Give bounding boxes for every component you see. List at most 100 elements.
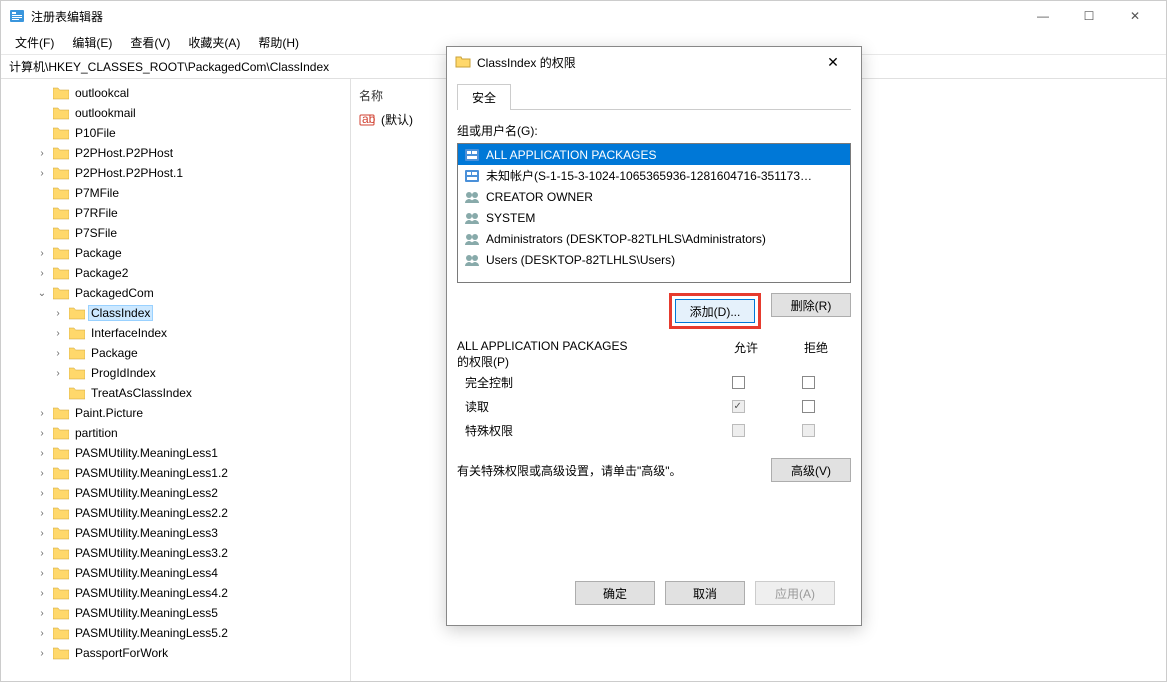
permission-checkbox[interactable]	[802, 376, 815, 389]
group-item[interactable]: Users (DESKTOP-82TLHLS\Users)	[458, 249, 850, 270]
tree-item[interactable]: ›PASMUtility.MeaningLess3.2	[3, 543, 350, 563]
tree-item[interactable]: ⌄PackagedCom	[3, 283, 350, 303]
tree-item[interactable]: ›PASMUtility.MeaningLess5	[3, 603, 350, 623]
expand-chevron[interactable]: ›	[35, 648, 49, 659]
tree-item[interactable]: ›P2PHost.P2PHost.1	[3, 163, 350, 183]
groups-listbox[interactable]: ALL APPLICATION PACKAGES 未知帐户(S-1-15-3-10…	[457, 143, 851, 283]
dialog-title: ClassIndex 的权限	[477, 54, 813, 71]
expand-chevron[interactable]: ›	[51, 348, 65, 359]
tree-panel[interactable]: ·outlookcal·outlookmail·P10File›P2PHost.…	[1, 79, 351, 681]
regedit-icon	[9, 8, 25, 24]
menu-view[interactable]: 查看(V)	[122, 32, 178, 53]
expand-chevron[interactable]: ›	[35, 248, 49, 259]
expand-chevron[interactable]: ›	[35, 268, 49, 279]
group-item[interactable]: CREATOR OWNER	[458, 186, 850, 207]
expand-chevron[interactable]: ›	[35, 148, 49, 159]
tree-item[interactable]: ›ClassIndex	[3, 303, 350, 323]
tree-item[interactable]: ›Package	[3, 243, 350, 263]
tree-item[interactable]: ›P2PHost.P2PHost	[3, 143, 350, 163]
group-item[interactable]: 未知帐户(S-1-15-3-1024-1065365936-1281604716…	[458, 165, 850, 186]
expand-chevron[interactable]: ·	[35, 128, 49, 139]
expand-chevron[interactable]: ·	[35, 228, 49, 239]
close-button[interactable]: ✕	[1112, 1, 1158, 31]
expand-chevron[interactable]: ›	[35, 528, 49, 539]
tree-item[interactable]: ›Package2	[3, 263, 350, 283]
tree-item[interactable]: ›Paint.Picture	[3, 403, 350, 423]
menu-edit[interactable]: 编辑(E)	[64, 32, 120, 53]
expand-chevron[interactable]: ·	[51, 388, 65, 399]
expand-chevron[interactable]: ·	[35, 208, 49, 219]
menu-favorites[interactable]: 收藏夹(A)	[180, 32, 248, 53]
tree-item[interactable]: › PASMUtility.MeaningLess2	[3, 483, 350, 503]
expand-chevron[interactable]: ›	[51, 368, 65, 379]
expand-chevron[interactable]: ›	[35, 588, 49, 599]
permission-name: 完全控制	[465, 374, 703, 391]
menu-file[interactable]: 文件(F)	[7, 32, 62, 53]
permission-row: 完全控制	[457, 370, 851, 394]
expand-chevron[interactable]: ›	[35, 488, 49, 499]
tree-item[interactable]: ›PASMUtility.MeaningLess1.2	[3, 463, 350, 483]
tree-item[interactable]: › PassportForWork	[3, 643, 350, 663]
tree-item[interactable]: ›InterfaceIndex	[3, 323, 350, 343]
group-name: Administrators (DESKTOP-82TLHLS\Administ…	[486, 232, 766, 246]
maximize-button[interactable]: ☐	[1066, 1, 1112, 31]
expand-chevron[interactable]: ·	[35, 88, 49, 99]
group-name: ALL APPLICATION PACKAGES	[486, 148, 657, 162]
cancel-button[interactable]: 取消	[665, 581, 745, 605]
tree-item-label: PASMUtility.MeaningLess1	[73, 446, 220, 460]
group-name: CREATOR OWNER	[486, 190, 593, 204]
minimize-button[interactable]: —	[1020, 1, 1066, 31]
group-item[interactable]: SYSTEM	[458, 207, 850, 228]
menu-help[interactable]: 帮助(H)	[250, 32, 307, 53]
expand-chevron[interactable]: ›	[35, 468, 49, 479]
add-button[interactable]: 添加(D)...	[675, 299, 755, 323]
tree-item[interactable]: ›PASMUtility.MeaningLess2.2	[3, 503, 350, 523]
tree-item[interactable]: ›Package	[3, 343, 350, 363]
expand-chevron[interactable]: ·	[35, 188, 49, 199]
permission-checkbox[interactable]	[732, 376, 745, 389]
tree-item[interactable]: ›partition	[3, 423, 350, 443]
tree-item[interactable]: ·P7MFile	[3, 183, 350, 203]
tree-item[interactable]: ›PASMUtility.MeaningLess4.2	[3, 583, 350, 603]
add-button-highlight: 添加(D)...	[669, 293, 761, 329]
advanced-button[interactable]: 高级(V)	[771, 458, 851, 482]
expand-chevron[interactable]: ›	[51, 328, 65, 339]
expand-chevron[interactable]: ·	[35, 108, 49, 119]
tree-item[interactable]: › PASMUtility.MeaningLess1	[3, 443, 350, 463]
tree-item-label: PASMUtility.MeaningLess2	[73, 486, 220, 500]
tree-item-label: P7SFile	[73, 226, 119, 240]
expand-chevron[interactable]: ›	[35, 568, 49, 579]
permission-checkbox[interactable]	[802, 400, 815, 413]
expand-chevron[interactable]: ›	[35, 548, 49, 559]
remove-button[interactable]: 删除(R)	[771, 293, 851, 317]
expand-chevron[interactable]: ›	[35, 408, 49, 419]
expand-chevron[interactable]: ›	[35, 608, 49, 619]
group-item[interactable]: ALL APPLICATION PACKAGES	[458, 144, 850, 165]
expand-chevron[interactable]: ›	[35, 428, 49, 439]
group-item[interactable]: Administrators (DESKTOP-82TLHLS\Administ…	[458, 228, 850, 249]
tree-item[interactable]: ·P7RFile	[3, 203, 350, 223]
tree-item[interactable]: · P7SFile	[3, 223, 350, 243]
expand-chevron[interactable]: ›	[35, 448, 49, 459]
tree-item[interactable]: ·TreatAsClassIndex	[3, 383, 350, 403]
expand-chevron[interactable]: ›	[35, 508, 49, 519]
tree-item-label: PassportForWork	[73, 646, 170, 660]
tree-item[interactable]: ›PASMUtility.MeaningLess4	[3, 563, 350, 583]
tree-item[interactable]: ·P10File	[3, 123, 350, 143]
tree-item[interactable]: ›ProgIdIndex	[3, 363, 350, 383]
tree-item[interactable]: ·outlookmail	[3, 103, 350, 123]
tab-security[interactable]: 安全	[457, 84, 511, 110]
tree-item[interactable]: ›PASMUtility.MeaningLess3	[3, 523, 350, 543]
expand-chevron[interactable]: ⌄	[35, 288, 49, 299]
dialog-close-button[interactable]: ✕	[813, 48, 853, 76]
tree-item[interactable]: ·outlookcal	[3, 83, 350, 103]
tree-item-label: PASMUtility.MeaningLess5.2	[73, 626, 230, 640]
tree-item[interactable]: › PASMUtility.MeaningLess5.2	[3, 623, 350, 643]
group-name: 未知帐户(S-1-15-3-1024-1065365936-1281604716…	[486, 167, 812, 184]
expand-chevron[interactable]: ›	[51, 308, 65, 319]
expand-chevron[interactable]: ›	[35, 628, 49, 639]
ok-button[interactable]: 确定	[575, 581, 655, 605]
expand-chevron[interactable]: ›	[35, 168, 49, 179]
apply-button[interactable]: 应用(A)	[755, 581, 835, 605]
value-name: (默认)	[381, 111, 413, 128]
